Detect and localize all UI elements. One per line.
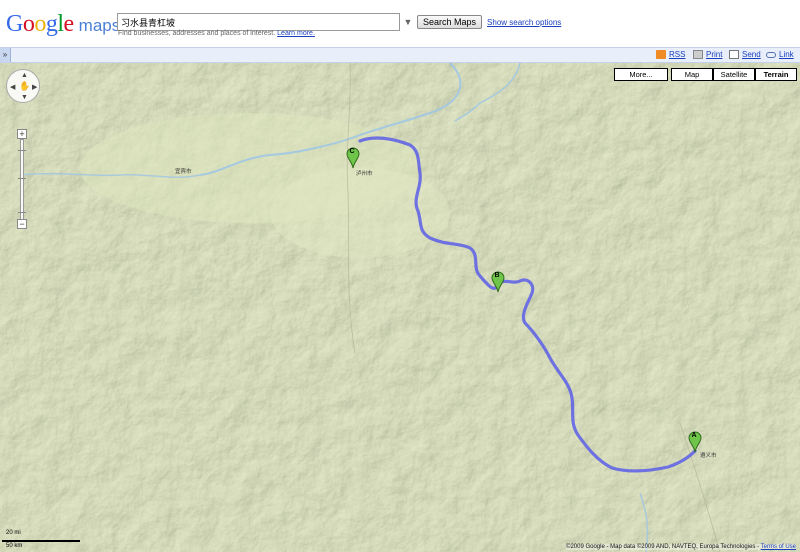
pan-control[interactable]: ▲ ▼ ◀ ▶ ✋ [6,69,40,103]
town-label: 遵义市 [700,453,717,459]
print-label: Print [706,50,723,59]
pan-left-icon[interactable]: ◀ [10,83,15,91]
search-maps-button[interactable]: Search Maps [417,15,483,29]
search-hint: Find businesses, addresses and places of… [118,30,315,37]
terrain-background [0,63,800,552]
map-type-satellite[interactable]: Satellite [713,68,755,81]
terms-of-use-link[interactable]: Terms of Use [761,544,796,550]
zoom-out-button[interactable]: − [17,219,27,229]
scale-line [2,540,80,542]
town-label: 泸州市 [356,171,373,177]
marker-label: A [691,432,697,439]
search-input[interactable] [117,13,400,31]
rss-icon [656,50,666,59]
hand-icon[interactable]: ✋ [19,81,30,92]
pan-up-icon[interactable]: ▲ [21,72,28,79]
map-canvas[interactable]: More... Map Satellite Terrain ▲ ▼ ◀ ▶ ✋ … [0,63,800,552]
marker-label: B [494,272,500,279]
search-row: ▼ Search Maps Show search options [117,13,561,31]
rss-link[interactable]: RSS [656,50,685,59]
zoom-tick [18,212,26,213]
zoom-tick [18,178,26,179]
pan-right-icon[interactable]: ▶ [32,83,37,91]
send-label: Send [742,50,761,59]
route-marker-a[interactable]: A [688,431,702,453]
map-type-map[interactable]: Map [671,68,713,81]
map-copyright: ©2009 Google - Map data ©2009 AND, NAVTE… [566,544,796,550]
marker-label: C [349,148,355,155]
link-label: Link [779,50,794,59]
header: Google maps ▼ Search Maps Show search op… [0,0,800,45]
show-search-options-link[interactable]: Show search options [487,18,561,27]
printer-icon [693,50,703,59]
collapse-panel-button[interactable]: » [0,48,11,62]
rss-label: RSS [669,50,686,59]
hint-text: Find businesses, addresses and places of… [118,30,276,37]
envelope-icon [729,50,739,59]
chain-link-icon [766,51,776,58]
more-layers-button[interactable]: More... [614,68,668,81]
logo-maps-text: maps [78,16,121,35]
print-link[interactable]: Print [693,50,722,59]
copyright-text: ©2009 Google - Map data ©2009 AND, NAVTE… [566,544,760,550]
zoom-in-button[interactable]: + [17,129,27,139]
link-link[interactable]: Link [766,50,794,59]
route-marker-b[interactable]: B [491,271,505,293]
search-history-dropdown-icon[interactable]: ▼ [403,14,413,30]
route-marker-c[interactable]: C [346,147,360,169]
google-maps-logo[interactable]: Google maps [6,6,120,36]
scale-km: 50 km [6,543,23,549]
pan-down-icon[interactable]: ▼ [21,94,28,101]
zoom-tick [18,150,26,151]
send-link[interactable]: Send [729,50,761,59]
pan-zoom-control: ▲ ▼ ◀ ▶ ✋ + − [6,69,40,239]
learn-more-link[interactable]: Learn more. [277,30,315,37]
map-type-terrain[interactable]: Terrain [755,68,797,81]
zoom-slider[interactable] [18,139,26,225]
logo-google-text: Google [6,11,74,37]
town-label: 宜宾市 [175,169,192,175]
scale-miles: 20 mi [6,530,21,536]
map-toolbar: » RSS Print Send Link [0,47,800,63]
scale-bar: 20 mi 50 km [2,530,82,549]
